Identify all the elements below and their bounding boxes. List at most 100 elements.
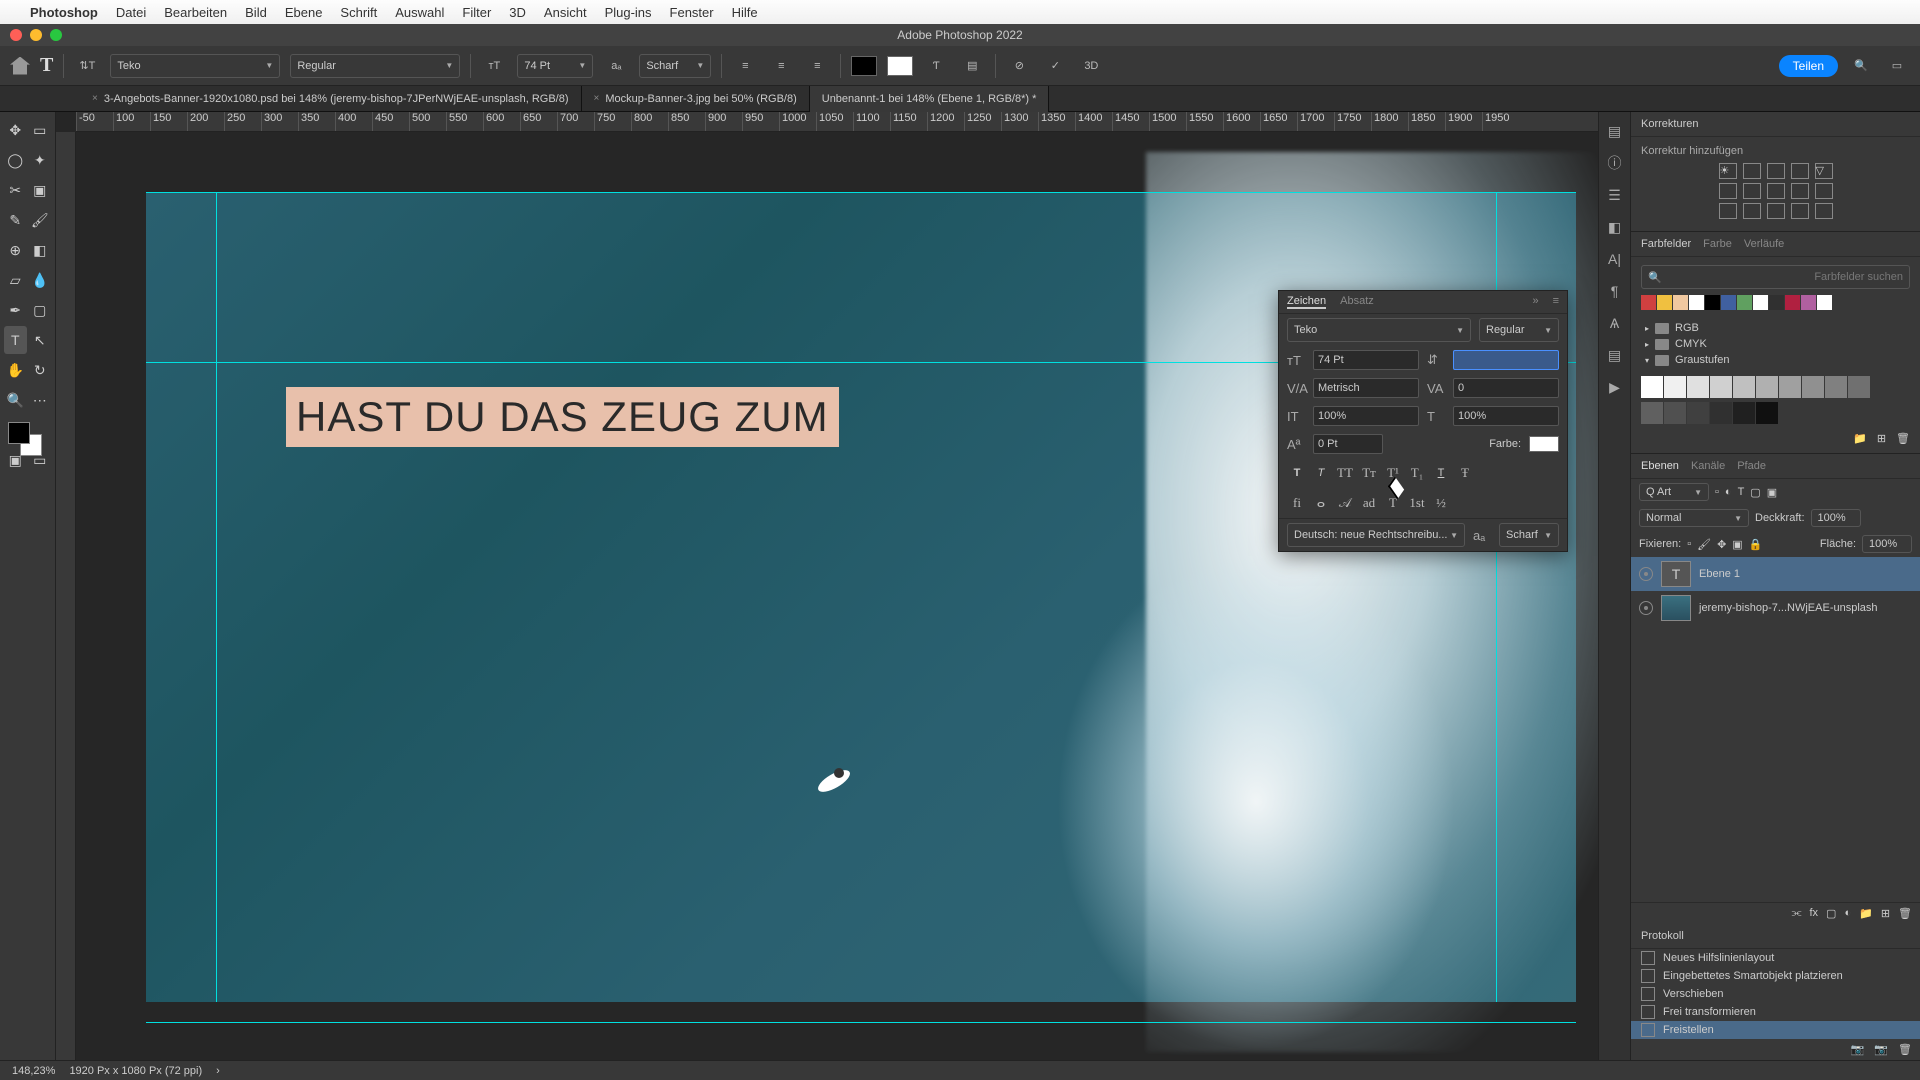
font-weight-dropdown[interactable]: Regular▼ bbox=[290, 54, 460, 78]
character-panel-icon[interactable]: ▤ bbox=[959, 53, 985, 79]
gray-swatch[interactable] bbox=[1641, 376, 1663, 398]
ordinals-icon[interactable]: 1st bbox=[1407, 494, 1427, 512]
3d-icon[interactable]: 3D bbox=[1078, 53, 1104, 79]
gray-swatch[interactable] bbox=[1641, 402, 1663, 424]
hand-tool-icon[interactable]: ✋ bbox=[4, 356, 27, 384]
frame-tool-icon[interactable]: ▣ bbox=[29, 176, 52, 204]
blur-tool-icon[interactable]: 💧 bbox=[29, 266, 52, 294]
char-weight-dropdown[interactable]: Regular▼ bbox=[1479, 318, 1559, 342]
char-color-swatch[interactable] bbox=[1529, 436, 1559, 452]
gray-swatch[interactable] bbox=[1802, 376, 1824, 398]
type-tool-icon[interactable]: T bbox=[4, 326, 27, 354]
type-tool-icon[interactable]: T bbox=[40, 54, 53, 77]
new-snapshot-icon[interactable]: 📷 bbox=[1874, 1043, 1888, 1056]
visibility-icon[interactable] bbox=[1639, 601, 1653, 615]
move-tool-icon[interactable]: ✥ bbox=[4, 116, 27, 144]
menu-plugins[interactable]: Plug-ins bbox=[605, 5, 652, 20]
new-swatch-icon[interactable]: ⊞ bbox=[1877, 432, 1886, 445]
properties-panel-icon[interactable]: ▤ bbox=[1606, 122, 1624, 140]
clone-stamp-icon[interactable]: ⊕ bbox=[4, 236, 27, 264]
color-swatch[interactable] bbox=[1721, 295, 1736, 310]
info-panel-icon[interactable]: ⓘ bbox=[1606, 154, 1624, 172]
document-dimensions[interactable]: 1920 Px x 1080 Px (72 ppi) bbox=[69, 1065, 202, 1077]
subscript-icon[interactable]: T₁ bbox=[1407, 464, 1427, 482]
guide-line[interactable] bbox=[146, 1022, 1576, 1023]
delete-state-icon[interactable]: 🗑 bbox=[1898, 1043, 1912, 1056]
gray-swatch[interactable] bbox=[1825, 376, 1847, 398]
gray-swatch[interactable] bbox=[1687, 402, 1709, 424]
gradient-tool-icon[interactable]: ▱ bbox=[4, 266, 27, 294]
actions-panel-icon[interactable]: ▶ bbox=[1606, 378, 1624, 396]
curves-icon[interactable] bbox=[1767, 163, 1785, 179]
char-kerning-field[interactable]: Metrisch bbox=[1313, 378, 1419, 398]
color-swatch[interactable] bbox=[1673, 295, 1688, 310]
adjustments-panel-icon[interactable]: ☰ bbox=[1606, 186, 1624, 204]
guide-line[interactable] bbox=[216, 192, 217, 1002]
close-tab-icon[interactable]: × bbox=[594, 93, 600, 104]
contextual-icon[interactable]: ⴰ bbox=[1311, 494, 1331, 512]
menu-ansicht[interactable]: Ansicht bbox=[544, 5, 587, 20]
antialiasing-dropdown[interactable]: Scharf▼ bbox=[639, 54, 711, 78]
app-name[interactable]: Photoshop bbox=[30, 5, 98, 20]
layer-row[interactable]: jeremy-bishop-7...NWjEAE-unsplash bbox=[1631, 591, 1920, 625]
cmyk-folder[interactable]: ▸CMYK bbox=[1641, 336, 1910, 352]
filter-pixel-icon[interactable]: ▫ bbox=[1715, 486, 1719, 498]
menu-bild[interactable]: Bild bbox=[245, 5, 267, 20]
lock-pixels-icon[interactable]: 🖌 bbox=[1697, 538, 1711, 551]
history-item[interactable]: Neues Hilfslinienlayout bbox=[1631, 949, 1920, 967]
history-item[interactable]: Freistellen bbox=[1631, 1021, 1920, 1039]
character-panel-icon[interactable]: A| bbox=[1606, 250, 1624, 268]
snapshot-icon[interactable]: 📷 bbox=[1851, 1043, 1865, 1056]
eyedropper-icon[interactable]: ✎ bbox=[4, 206, 27, 234]
rotate-view-icon[interactable]: ↻ bbox=[29, 356, 52, 384]
char-baseline-field[interactable]: 0 Pt bbox=[1313, 434, 1383, 454]
zoom-level[interactable]: 148,23% bbox=[12, 1065, 55, 1077]
discretionary-icon[interactable]: 𝒜 bbox=[1335, 494, 1355, 512]
lock-transparent-icon[interactable]: ▫ bbox=[1687, 538, 1691, 550]
layer-row[interactable]: T Ebene 1 bbox=[1631, 557, 1920, 591]
char-size-field[interactable]: 74 Pt bbox=[1313, 350, 1419, 370]
close-tab-icon[interactable]: × bbox=[92, 93, 98, 104]
layer-filter-dropdown[interactable]: Q Art▼ bbox=[1639, 483, 1709, 501]
color-swatch[interactable] bbox=[1785, 295, 1800, 310]
foreground-background-colors[interactable] bbox=[4, 422, 51, 462]
shape-tool-icon[interactable]: ▢ bbox=[29, 296, 52, 324]
paragraph-styles-icon[interactable]: ▤ bbox=[1606, 346, 1624, 364]
collapse-panel-icon[interactable]: » bbox=[1532, 295, 1538, 309]
minimize-window-icon[interactable] bbox=[30, 29, 42, 41]
artboard-tool-icon[interactable]: ▭ bbox=[29, 116, 52, 144]
eraser-tool-icon[interactable]: ◧ bbox=[29, 236, 52, 264]
all-caps-icon[interactable]: TT bbox=[1335, 464, 1355, 482]
menu-datei[interactable]: Datei bbox=[116, 5, 146, 20]
layer-thumbnail[interactable] bbox=[1661, 595, 1691, 621]
color-swatch[interactable] bbox=[1817, 295, 1832, 310]
layer-thumbnail[interactable]: T bbox=[1661, 561, 1691, 587]
layer-mask-icon[interactable]: ▢ bbox=[1826, 907, 1836, 920]
adjustment-layer-icon[interactable]: ◐ bbox=[1844, 907, 1851, 920]
strikethrough-icon[interactable]: Ŧ bbox=[1455, 464, 1475, 482]
link-layers-icon[interactable]: ⫘ bbox=[1792, 907, 1802, 920]
lock-position-icon[interactable]: ✥ bbox=[1717, 538, 1726, 551]
delete-layer-icon[interactable]: 🗑 bbox=[1898, 907, 1912, 920]
char-vscale-field[interactable]: 100% bbox=[1313, 406, 1419, 426]
brush-tool-icon[interactable]: 🖌 bbox=[29, 206, 52, 234]
faux-bold-icon[interactable]: T bbox=[1287, 464, 1307, 482]
vibrance-icon[interactable]: ▽ bbox=[1815, 163, 1833, 179]
blend-mode-dropdown[interactable]: Normal▼ bbox=[1639, 509, 1749, 527]
menu-3d[interactable]: 3D bbox=[509, 5, 526, 20]
gray-swatch[interactable] bbox=[1687, 376, 1709, 398]
text-bg-swatch[interactable] bbox=[887, 56, 913, 76]
align-right-icon[interactable]: ≡ bbox=[804, 53, 830, 79]
edit-toolbar-icon[interactable]: ⋯ bbox=[29, 386, 52, 414]
text-color-swatch[interactable] bbox=[851, 56, 877, 76]
menu-schrift[interactable]: Schrift bbox=[340, 5, 377, 20]
color-swatch[interactable] bbox=[1801, 295, 1816, 310]
small-caps-icon[interactable]: Tᴛ bbox=[1359, 464, 1379, 482]
layer-style-icon[interactable]: fx bbox=[1809, 907, 1818, 920]
group-layers-icon[interactable]: 📁 bbox=[1859, 907, 1873, 920]
pen-tool-icon[interactable]: ✒ bbox=[4, 296, 27, 324]
gray-swatch[interactable] bbox=[1756, 402, 1778, 424]
fractions-icon[interactable]: ½ bbox=[1431, 494, 1451, 512]
char-leading-field[interactable] bbox=[1453, 350, 1559, 370]
glyphs-panel-icon[interactable]: Ѧ bbox=[1606, 314, 1624, 332]
